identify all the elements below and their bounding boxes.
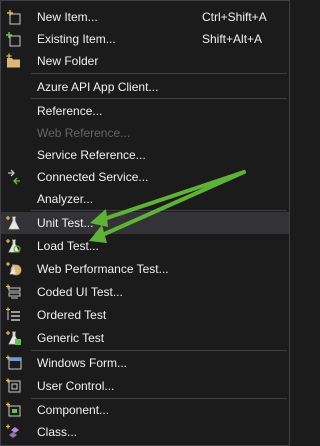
context-menu-add: New Item... Ctrl+Shift+A Existing Item..… xyxy=(0,0,290,446)
web-performance-test-icon xyxy=(6,262,22,276)
menu-item-label: New Item... xyxy=(37,10,98,24)
new-item-icon xyxy=(7,10,21,25)
menu-item-shortcut: Shift+Alt+A xyxy=(202,32,263,46)
unit-test-icon xyxy=(6,216,20,230)
menu-item-unit-test[interactable]: Unit Test... xyxy=(1,212,289,234)
menu-item-azure-api-app-client[interactable]: Azure API App Client... xyxy=(1,76,289,98)
menu-item-label: Windows Form... xyxy=(37,356,128,370)
menu-separator xyxy=(31,210,287,211)
user-control-icon xyxy=(6,378,21,393)
menu-item-label: Class... xyxy=(37,425,78,439)
menu-item-label: Existing Item... xyxy=(37,32,116,46)
menu-item-coded-ui-test[interactable]: Coded UI Test... xyxy=(1,281,289,303)
coded-ui-test-icon xyxy=(6,284,21,299)
menu-item-ordered-test[interactable]: Ordered Test xyxy=(1,304,289,326)
windows-form-icon xyxy=(6,355,22,370)
menu-item-connected-service[interactable]: Connected Service... xyxy=(1,166,289,188)
menu-item-analyzer[interactable]: Analyzer... xyxy=(1,188,289,210)
menu-item-label: Generic Test xyxy=(37,331,105,345)
menu-item-label: Azure API App Client... xyxy=(37,80,159,94)
existing-item-icon xyxy=(6,32,21,47)
menu-item-label: Analyzer... xyxy=(37,192,94,206)
menu-item-generic-test[interactable]: Generic Test xyxy=(1,327,289,349)
menu-item-web-performance-test[interactable]: Web Performance Test... xyxy=(1,258,289,280)
menu-item-web-reference: Web Reference... xyxy=(1,122,289,144)
menu-item-label: Service Reference... xyxy=(37,148,146,162)
menu-item-label: New Folder xyxy=(37,54,99,68)
menu-item-new-folder[interactable]: New Folder xyxy=(1,50,289,72)
menu-separator xyxy=(31,73,287,74)
menu-item-label: Component... xyxy=(37,403,110,417)
generic-test-icon xyxy=(6,331,21,345)
new-folder-icon xyxy=(6,53,20,68)
menu-item-user-control[interactable]: User Control... xyxy=(1,375,289,397)
menu-item-label: Load Test... xyxy=(37,239,99,253)
menu-item-label: Coded UI Test... xyxy=(37,285,123,299)
component-icon xyxy=(6,402,21,417)
menu-item-label: User Control... xyxy=(37,379,115,393)
connected-service-icon xyxy=(8,169,20,185)
menu-item-label: Web Reference... xyxy=(37,126,131,140)
menu-item-reference[interactable]: Reference... xyxy=(1,100,289,122)
menu-item-component[interactable]: Component... xyxy=(1,399,289,421)
menu-item-class[interactable]: Class... xyxy=(1,421,289,443)
menu-item-load-test[interactable]: Load Test... xyxy=(1,235,289,257)
menu-item-service-reference[interactable]: Service Reference... xyxy=(1,144,289,166)
menu-item-label: Web Performance Test... xyxy=(37,262,169,276)
ordered-test-icon xyxy=(6,307,20,321)
menu-separator xyxy=(31,98,287,99)
menu-item-windows-form[interactable]: Windows Form... xyxy=(1,352,289,374)
menu-item-label: Ordered Test xyxy=(37,308,107,322)
class-icon xyxy=(6,424,19,438)
menu-item-label: Connected Service... xyxy=(37,170,149,184)
menu-separator xyxy=(31,350,287,351)
load-test-icon xyxy=(6,239,21,253)
menu-item-shortcut: Ctrl+Shift+A xyxy=(202,10,267,24)
menu-item-label: Unit Test... xyxy=(37,216,94,230)
menu-item-new-item[interactable]: New Item... Ctrl+Shift+A xyxy=(1,6,289,28)
menu-item-existing-item[interactable]: Existing Item... Shift+Alt+A xyxy=(1,28,289,50)
menu-item-label: Reference... xyxy=(37,104,103,118)
